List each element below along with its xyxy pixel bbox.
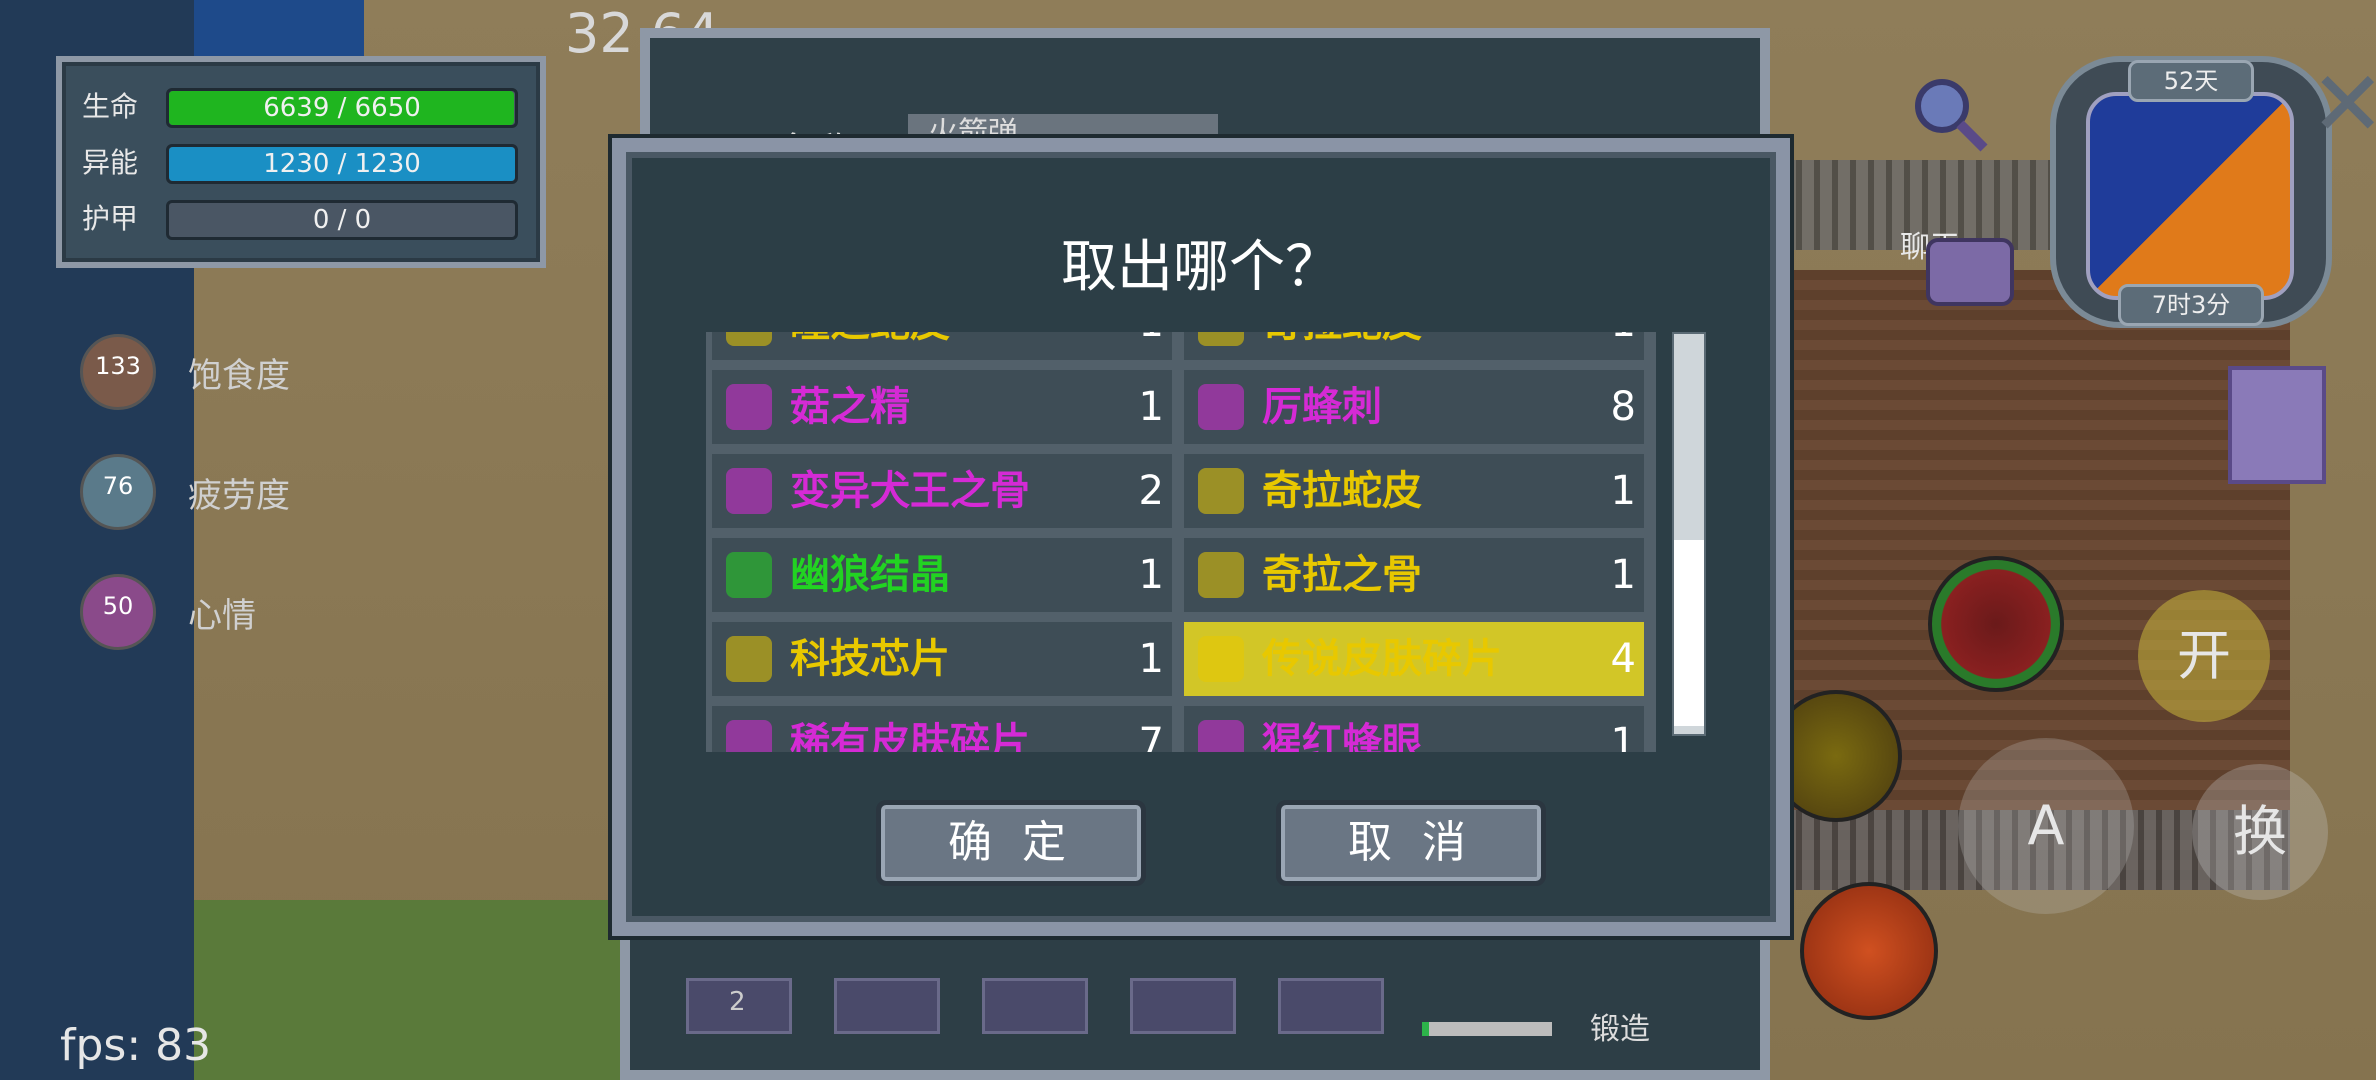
item-count: 1 <box>1138 552 1164 598</box>
slot-count: 2 <box>729 987 746 1017</box>
energy-value: 1230 / 1230 <box>263 149 421 179</box>
list-item[interactable]: 厉蜂刺 8 <box>1184 370 1644 444</box>
forge-slot[interactable] <box>1130 978 1236 1034</box>
snake-skin-icon <box>1198 468 1244 514</box>
item-count: 1 <box>1610 720 1636 752</box>
energy-bar: 1230 / 1230 <box>166 144 518 184</box>
confirm-button[interactable]: 确 定 <box>876 800 1146 886</box>
close-icon[interactable]: ✕ <box>2310 52 2376 157</box>
forge-progress-fill <box>1422 1022 1429 1036</box>
item-count: 4 <box>1610 636 1636 682</box>
forge-slot[interactable] <box>834 978 940 1034</box>
skill-orb-lava[interactable] <box>1800 882 1938 1020</box>
search-icon[interactable] <box>1910 74 1990 154</box>
armor-label: 护甲 <box>82 202 139 235</box>
item-name: 稀有皮肤碎片 <box>790 720 1030 752</box>
energy-label: 异能 <box>82 146 139 179</box>
item-count: 7 <box>1138 720 1164 752</box>
forge-slot[interactable] <box>982 978 1088 1034</box>
item-list[interactable]: 瞳之蛇皮 1 奇拉蛇皮 1 菇之精 1 厉蜂刺 8 变异犬王之骨 2 奇拉蛇皮 1 幽狼结晶 1 奇拉之骨 1… <box>706 332 1656 752</box>
item-count: 1 <box>1610 468 1636 514</box>
item-name: 科技芯片 <box>790 636 950 682</box>
forge-slot[interactable] <box>1278 978 1384 1034</box>
mood-label: 心情 <box>188 596 256 636</box>
list-item[interactable]: 幽狼结晶 1 <box>712 538 1172 612</box>
list-item[interactable]: 奇拉蛇皮 1 <box>1184 454 1644 528</box>
skeleton-icon <box>1198 552 1244 598</box>
item-count: 1 <box>1610 552 1636 598</box>
grass-area <box>194 900 644 1080</box>
list-item[interactable]: 猩红蜂眼 1 <box>1184 706 1644 752</box>
list-item[interactable]: 奇拉之骨 1 <box>1184 538 1644 612</box>
list-scrollbar[interactable] <box>1672 332 1706 736</box>
list-item[interactable]: 变异犬王之骨 2 <box>712 454 1172 528</box>
take-out-dialog: 取出哪个？ 瞳之蛇皮1奇拉蛇皮1菇之精1厉蜂刺8变异犬王之骨2奇拉蛇皮1幽狼结晶… <box>612 138 1790 936</box>
hunger-label: 饱食度 <box>188 356 290 396</box>
skin-fragment-icon <box>1198 636 1244 682</box>
armor-bar: 0 / 0 <box>166 200 518 240</box>
bone-icon <box>726 468 772 514</box>
item-count: 8 <box>1610 384 1636 430</box>
day-clock: 52天 7时3分 <box>2050 56 2332 328</box>
snake-skin-icon <box>1198 332 1244 346</box>
item-name: 传说皮肤碎片 <box>1262 636 1502 682</box>
item-name: 幽狼结晶 <box>790 552 950 598</box>
eye-skin-icon <box>726 332 772 346</box>
chat-icon[interactable] <box>1926 238 2014 306</box>
item-count: 1 <box>1138 384 1164 430</box>
item-count: 1 <box>1138 636 1164 682</box>
item-count: 1 <box>1611 332 1636 360</box>
forge-label: 锻造 <box>1590 1012 1650 1047</box>
item-name: 猩红蜂眼 <box>1262 720 1422 752</box>
skill-orb-red[interactable] <box>1928 556 2064 692</box>
list-item[interactable]: 科技芯片 1 <box>712 622 1172 696</box>
armor-value: 0 / 0 <box>312 205 372 235</box>
action-a-button[interactable]: A <box>1958 738 2134 914</box>
dialog-title: 取出哪个？ <box>1061 235 1341 300</box>
item-name: 变异犬王之骨 <box>790 468 1030 514</box>
player-stats-panel: 生命 6639 / 6650 异能 1230 / 1230 护甲 0 / 0 <box>56 56 546 268</box>
item-count: 2 <box>1138 468 1164 514</box>
item-name: 奇拉蛇皮 <box>1262 468 1422 514</box>
bee-sting-icon <box>1198 384 1244 430</box>
list-item[interactable]: 奇拉蛇皮 1 <box>1184 332 1644 360</box>
item-name: 奇拉之骨 <box>1262 552 1422 598</box>
cancel-button[interactable]: 取 消 <box>1276 800 1546 886</box>
fatigue-label: 疲劳度 <box>188 476 290 516</box>
day-counter: 52天 <box>2128 60 2254 102</box>
crystal-icon <box>726 552 772 598</box>
forge-progress-bar <box>1422 1022 1552 1036</box>
forge-slot[interactable]: 2 <box>686 978 792 1034</box>
health-label: 生命 <box>82 90 139 123</box>
mushroom-icon <box>726 384 772 430</box>
list-item[interactable]: 稀有皮肤碎片 7 <box>712 706 1172 752</box>
hunger-value: 133 <box>95 352 141 380</box>
time-display: 7时3分 <box>2118 284 2264 326</box>
bee-eye-icon <box>1198 720 1244 752</box>
scrollbar-thumb[interactable] <box>1674 540 1704 726</box>
sky-dial-icon <box>2086 92 2294 300</box>
mood-value: 50 <box>102 592 134 620</box>
item-count: 1 <box>1139 332 1164 360</box>
item-name: 奇拉蛇皮 <box>1262 332 1422 360</box>
fatigue-value: 76 <box>102 472 134 500</box>
list-item[interactable]: 瞳之蛇皮 1 <box>712 332 1172 360</box>
chip-icon <box>726 636 772 682</box>
fps-counter: fps: 83 <box>60 1020 212 1071</box>
item-name: 瞳之蛇皮 <box>790 332 950 360</box>
list-item[interactable]: 传说皮肤碎片 4 <box>1184 622 1644 696</box>
item-name: 菇之精 <box>790 384 910 430</box>
rare-fragment-icon <box>726 720 772 752</box>
health-bar: 6639 / 6650 <box>166 88 518 128</box>
open-button[interactable]: 开 <box>2138 590 2270 722</box>
item-name: 厉蜂刺 <box>1262 384 1382 430</box>
switch-button[interactable]: 换 <box>2192 764 2328 900</box>
quest-scroll-icon[interactable] <box>2228 366 2326 484</box>
water-area <box>194 0 364 60</box>
health-value: 6639 / 6650 <box>263 93 421 123</box>
list-item[interactable]: 菇之精 1 <box>712 370 1172 444</box>
